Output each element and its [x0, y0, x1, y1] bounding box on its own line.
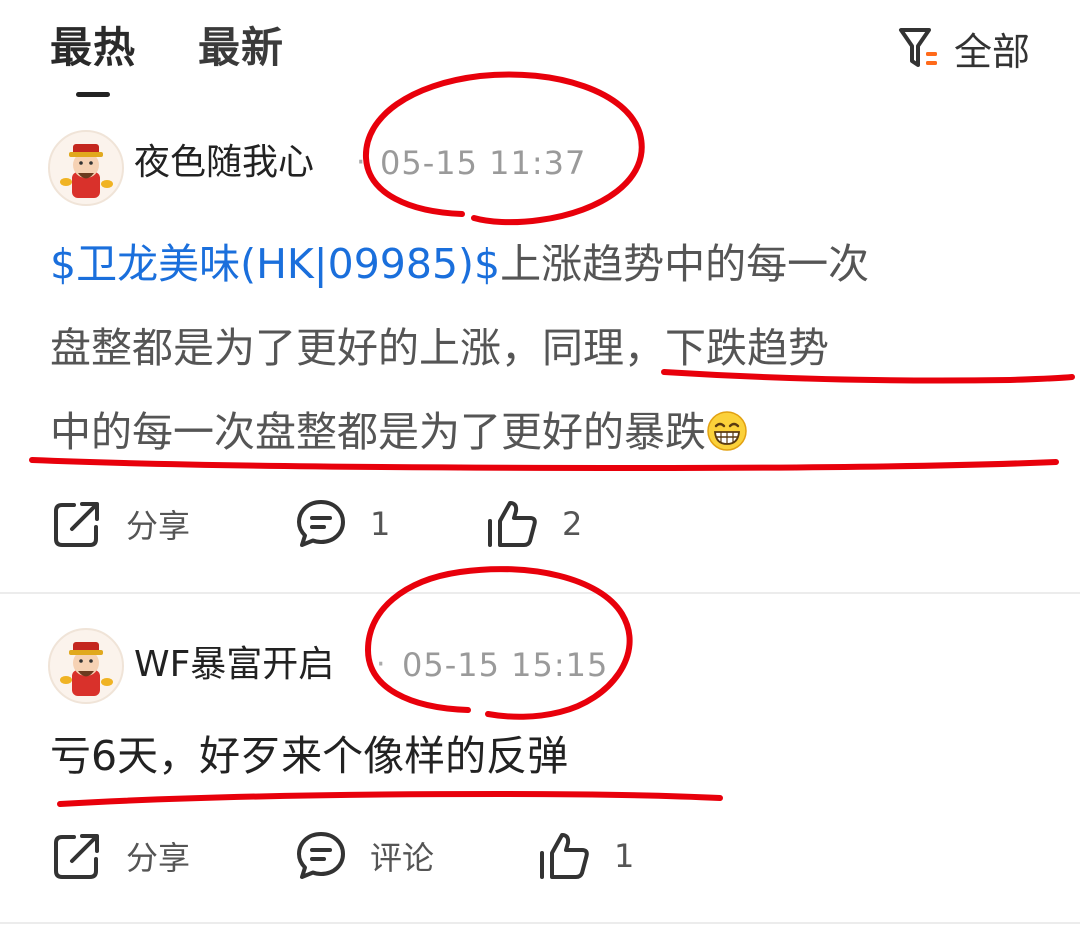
content-text: 中的每一次盘整都是为了更好的暴跌 [50, 408, 706, 456]
post-actions: 分享 1 2 [0, 494, 1080, 554]
post-card[interactable]: WF暴富开启 · 05-15 15:15 亏6天，好歹来个像样的反弹 分享 评论 [0, 594, 1080, 922]
author-name[interactable]: WF暴富开启 [134, 642, 334, 688]
post-divider [0, 922, 1080, 924]
stock-link[interactable]: $卫龙美味(HK|09985)$ [50, 240, 500, 288]
author-name[interactable]: 夜色随我心 [134, 140, 314, 186]
share-button[interactable]: 分享 [50, 826, 190, 886]
active-tab-indicator [76, 92, 110, 97]
share-label: 分享 [126, 507, 191, 545]
separator-dot: · [376, 647, 386, 682]
content-text: 上涨趋势中的每一次 [500, 240, 870, 288]
like-button[interactable]: 2 [484, 494, 582, 554]
filter-label: 全部 [953, 29, 1030, 74]
comment-count: 1 [370, 505, 391, 543]
content-line: $卫龙美味(HK|09985)$上涨趋势中的每一次 [50, 222, 869, 306]
avatar[interactable] [48, 628, 124, 704]
tab-hot[interactable]: 最热 [50, 22, 136, 74]
avatar[interactable] [48, 130, 124, 206]
share-label: 分享 [126, 839, 191, 877]
comment-icon [297, 832, 345, 879]
like-count: 1 [614, 837, 635, 875]
post-actions: 分享 评论 1 [0, 826, 1080, 886]
share-icon [54, 502, 99, 547]
fortune-god-avatar-icon [60, 642, 113, 696]
feed-tabs: 最热 最新 全部 [0, 0, 1080, 110]
filter-button[interactable]: 全部 [898, 22, 1030, 74]
content-line: 亏6天，好歹来个像样的反弹 [50, 732, 569, 780]
content-line: 中的每一次盘整都是为了更好的暴跌 [50, 390, 869, 480]
filter-icon [898, 28, 937, 67]
post-card[interactable]: 夜色随我心 · 05-15 11:37 $卫龙美味(HK|09985)$上涨趋势… [0, 110, 1080, 592]
comment-button[interactable]: 评论 [294, 826, 434, 886]
tab-newest[interactable]: 最新 [198, 22, 284, 74]
post-content[interactable]: 亏6天，好歹来个像样的反弹 [50, 714, 568, 798]
comment-label: 评论 [370, 839, 435, 877]
like-count: 2 [562, 505, 583, 543]
post-content[interactable]: $卫龙美味(HK|09985)$上涨趋势中的每一次 盘整都是为了更好的上涨，同理… [50, 222, 869, 480]
post-time: 05-15 11:37 [380, 144, 587, 182]
post-time: 05-15 15:15 [402, 646, 609, 684]
content-line: 盘整都是为了更好的上涨，同理，下跌趋势 [50, 324, 829, 372]
separator-dot: · [356, 145, 366, 180]
comment-button[interactable]: 1 [294, 494, 390, 554]
thumbs-up-icon [540, 833, 589, 879]
comment-icon [297, 500, 345, 547]
like-button[interactable]: 1 [536, 826, 634, 886]
share-button[interactable]: 分享 [50, 494, 190, 554]
thumbs-up-icon [488, 501, 537, 547]
grinning-face-emoji-icon [706, 396, 748, 480]
fortune-god-avatar-icon [60, 144, 113, 198]
share-icon [54, 834, 99, 879]
